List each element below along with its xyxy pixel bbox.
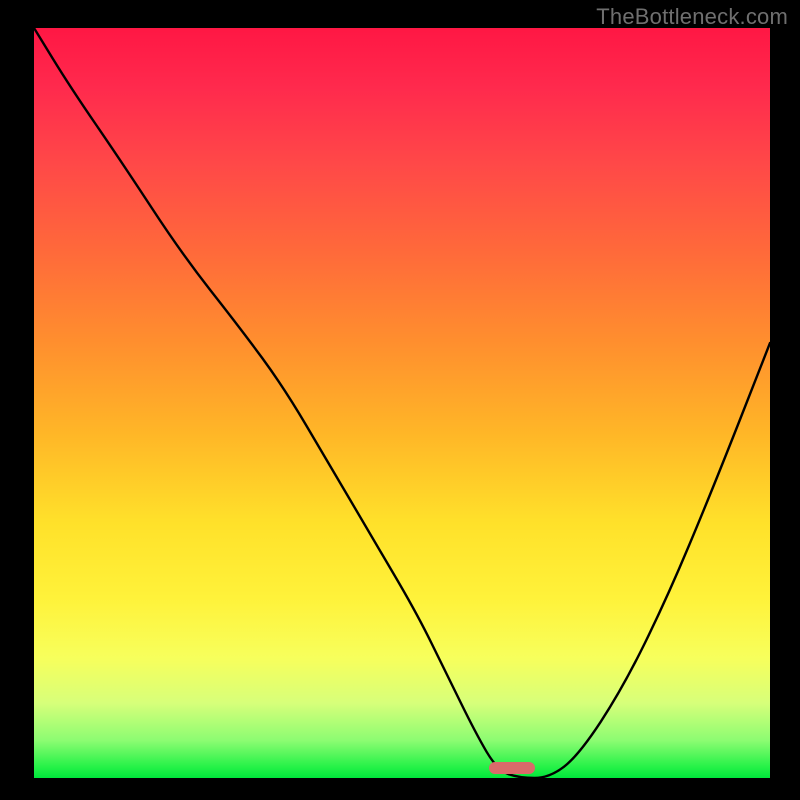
plot-area xyxy=(34,28,770,778)
curve-path xyxy=(34,28,770,778)
chart-frame: TheBottleneck.com xyxy=(0,0,800,800)
bottleneck-curve xyxy=(34,28,770,778)
optimal-marker xyxy=(489,762,535,774)
watermark-text: TheBottleneck.com xyxy=(596,4,788,30)
